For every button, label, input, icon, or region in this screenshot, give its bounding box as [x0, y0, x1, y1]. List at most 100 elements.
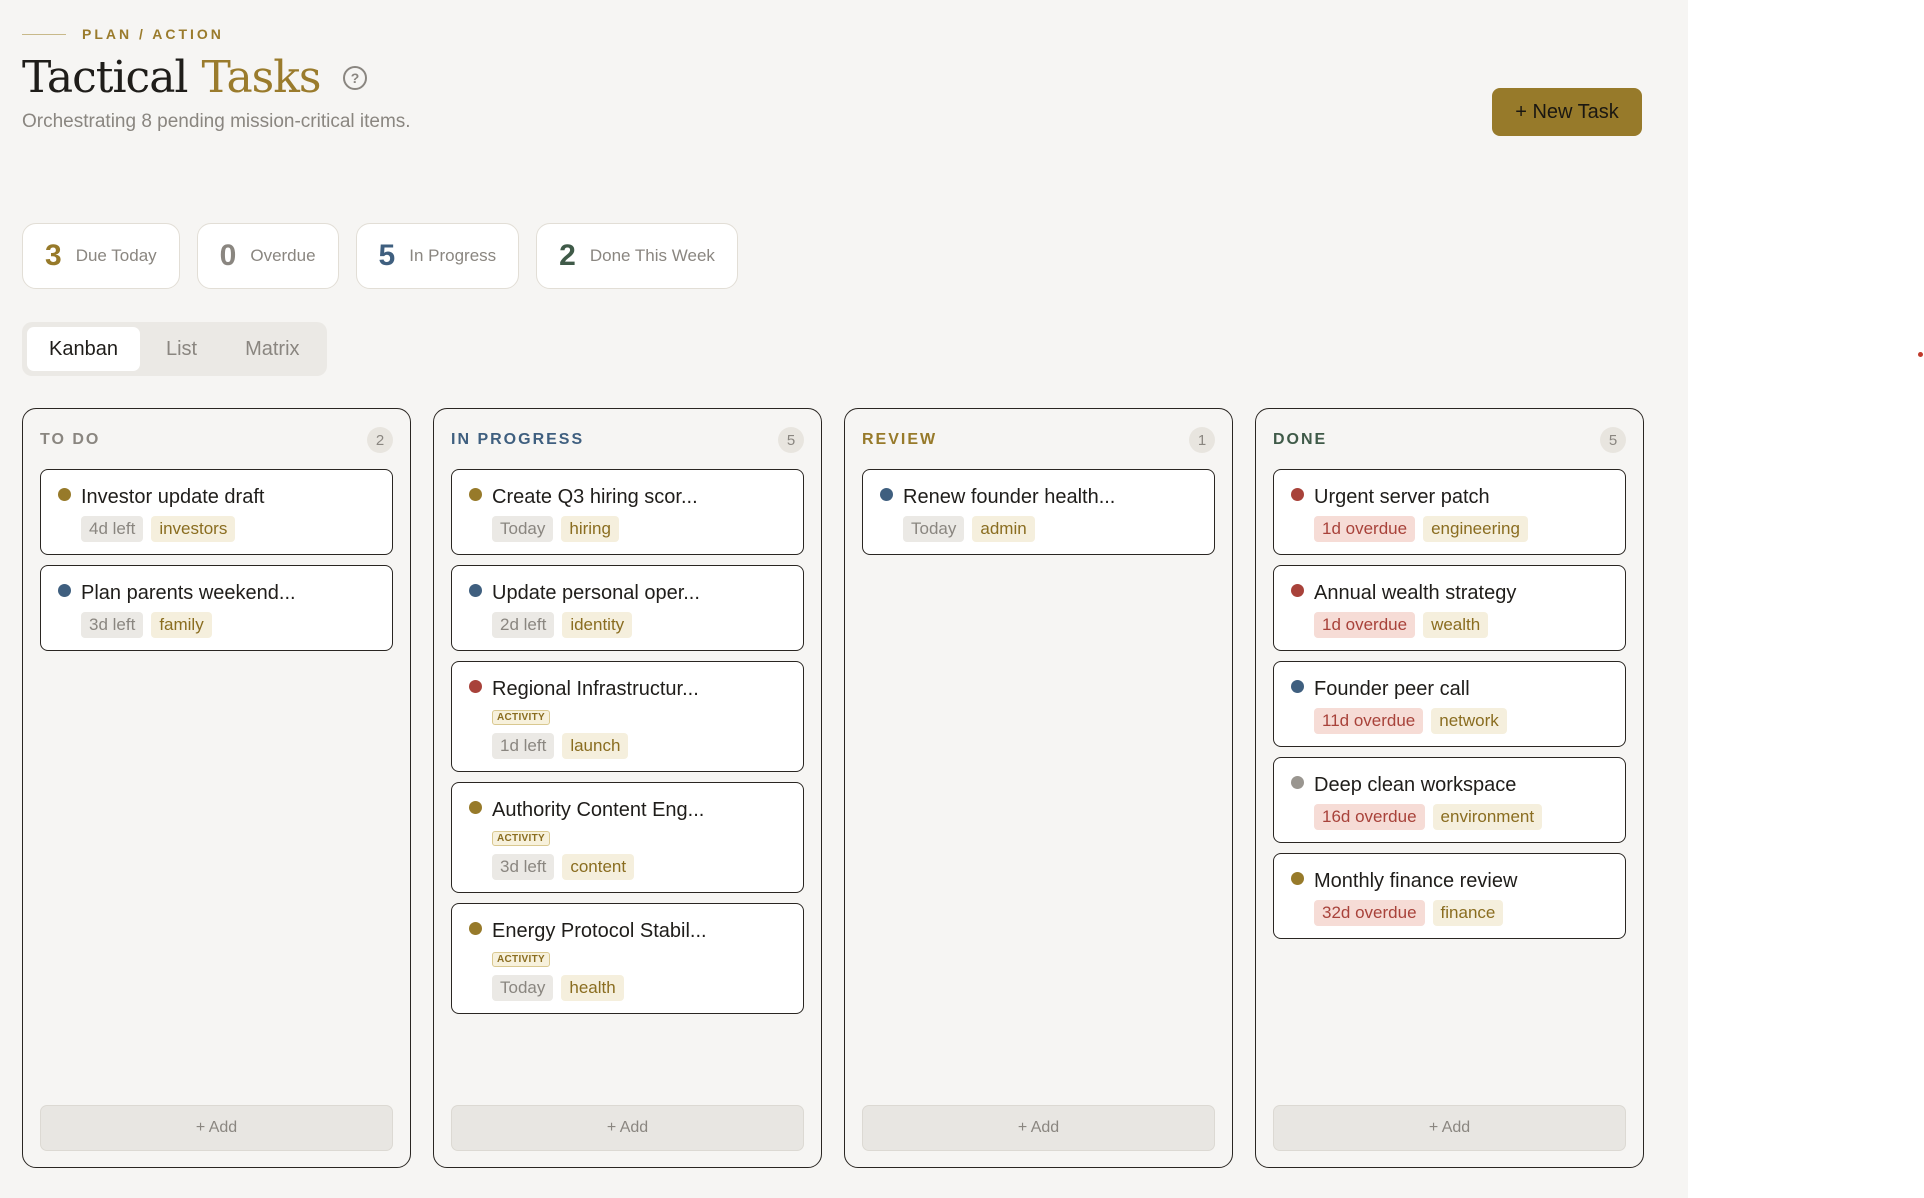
task-title: Founder peer call [1314, 678, 1470, 700]
task-card[interactable]: Regional Infrastructur... ACTIVITY 1d left… [451, 661, 804, 772]
due-badge: 2d left [492, 612, 555, 638]
task-card[interactable]: Urgent server patch 1d overdue engineering [1273, 469, 1626, 555]
add-task-button[interactable]: + Add [40, 1105, 393, 1151]
due-badge: 1d overdue [1314, 516, 1416, 542]
priority-dot-icon [469, 584, 482, 597]
column-count-badge: 5 [1600, 427, 1626, 453]
task-card[interactable]: Monthly finance review 32d overdue finance [1273, 853, 1626, 939]
due-badge: 3d left [492, 854, 555, 880]
task-card[interactable]: Plan parents weekend... 3d left family [40, 565, 393, 651]
task-tags: 3d left content [492, 854, 789, 880]
stat-card[interactable]: 3 Due Today [22, 223, 180, 289]
tag-badge[interactable]: family [151, 612, 212, 638]
due-badge: 4d left [81, 516, 144, 542]
add-task-button[interactable]: + Add [1273, 1105, 1626, 1151]
tag-badge[interactable]: health [561, 975, 624, 1001]
task-tags: 1d left launch [492, 733, 789, 759]
task-tags: 3d left family [81, 612, 378, 638]
tab-list[interactable]: List [144, 327, 219, 371]
task-title: Create Q3 hiring scor... [492, 486, 698, 508]
column-header: DONE 5 [1273, 427, 1626, 453]
new-task-button[interactable]: + New Task [1492, 88, 1642, 136]
priority-dot-icon [1291, 680, 1304, 693]
tab-matrix[interactable]: Matrix [223, 327, 321, 371]
tag-badge[interactable]: hiring [561, 516, 619, 542]
due-badge: Today [492, 516, 554, 542]
stat-label: Due Today [75, 246, 157, 265]
add-task-button[interactable]: + Add [451, 1105, 804, 1151]
task-tags: 11d overdue network [1314, 708, 1611, 734]
tag-badge[interactable]: admin [972, 516, 1035, 542]
breadcrumb: PLAN / ACTION [22, 26, 224, 42]
priority-dot-icon [1291, 776, 1304, 789]
priority-dot-icon [469, 922, 482, 935]
task-card[interactable]: Founder peer call 11d overdue network [1273, 661, 1626, 747]
task-title: Investor update draft [81, 486, 265, 508]
tag-badge[interactable]: finance [1432, 900, 1504, 926]
task-card[interactable]: Create Q3 hiring scor... Today hiring [451, 469, 804, 555]
task-tags: Today health [492, 975, 789, 1001]
task-title: Update personal oper... [492, 582, 700, 604]
column-header: REVIEW 1 [862, 427, 1215, 453]
card-list: Create Q3 hiring scor... Today hiring Updat… [451, 469, 804, 1014]
task-card[interactable]: Annual wealth strategy 1d overdue wealth [1273, 565, 1626, 651]
tag-badge[interactable]: wealth [1423, 612, 1489, 638]
task-title: Authority Content Eng... [492, 799, 705, 821]
stat-card[interactable]: 2 Done This Week [536, 223, 738, 289]
stat-label: Done This Week [589, 246, 715, 265]
card-list: Urgent server patch 1d overdue engineering… [1273, 469, 1626, 939]
task-tags: 2d left identity [492, 612, 789, 638]
page-subtitle: Orchestrating 8 pending mission-critical… [22, 111, 411, 132]
task-title: Renew founder health... [903, 486, 1116, 508]
activity-badge: ACTIVITY [492, 710, 550, 725]
priority-dot-icon [469, 680, 482, 693]
stat-label: Overdue [250, 246, 316, 265]
stat-card[interactable]: 0 Overdue [196, 223, 339, 289]
task-card[interactable]: Authority Content Eng... ACTIVITY 3d left c… [451, 782, 804, 893]
task-card[interactable]: Deep clean workspace 16d overdue environme… [1273, 757, 1626, 843]
column-review: REVIEW 1 Renew founder health... Today admin… [844, 408, 1233, 1168]
column-count-badge: 5 [778, 427, 804, 453]
due-badge: 1d left [492, 733, 555, 759]
task-title: Energy Protocol Stabil... [492, 920, 707, 942]
activity-badge: ACTIVITY [492, 952, 550, 967]
column-header: IN PROGRESS 5 [451, 427, 804, 453]
app-surface: PLAN / ACTION Tactical Tasks ? Orchestra… [0, 0, 1688, 1198]
priority-dot-icon [58, 584, 71, 597]
column-title: TO DO [40, 431, 101, 448]
column-in-progress: IN PROGRESS 5 Create Q3 hiring scor... Toda… [433, 408, 822, 1168]
column-title: DONE [1273, 431, 1328, 448]
tag-badge[interactable]: engineering [1423, 516, 1528, 542]
column-title: REVIEW [862, 431, 938, 448]
stat-value: 5 [378, 239, 396, 272]
tag-badge[interactable]: launch [562, 733, 629, 759]
add-task-button[interactable]: + Add [862, 1105, 1215, 1151]
column-count-badge: 1 [1189, 427, 1215, 453]
task-card[interactable]: Renew founder health... Today admin [862, 469, 1215, 555]
task-tags: 32d overdue finance [1314, 900, 1611, 926]
stat-value: 3 [45, 239, 62, 272]
tag-badge[interactable]: investors [151, 516, 236, 542]
tag-badge[interactable]: identity [562, 612, 633, 638]
tag-badge[interactable]: environment [1432, 804, 1543, 830]
task-tags: 1d overdue engineering [1314, 516, 1611, 542]
kanban-board: TO DO 2 Investor update draft 4d left invest… [22, 408, 1644, 1168]
task-title: Deep clean workspace [1314, 774, 1517, 796]
help-icon[interactable]: ? [342, 65, 367, 90]
priority-dot-icon [469, 488, 482, 501]
task-title: Plan parents weekend... [81, 582, 296, 604]
view-switcher: Kanban List Matrix [22, 322, 327, 376]
task-tags: Today hiring [492, 516, 789, 542]
task-title: Monthly finance review [1314, 870, 1518, 892]
stat-card[interactable]: 5 In Progress [355, 223, 520, 289]
tag-badge[interactable]: network [1431, 708, 1507, 734]
task-card[interactable]: Investor update draft 4d left investors [40, 469, 393, 555]
task-card[interactable]: Update personal oper... 2d left identity [451, 565, 804, 651]
task-card[interactable]: Energy Protocol Stabil... ACTIVITY Today he… [451, 903, 804, 1014]
due-badge: 1d overdue [1314, 612, 1416, 638]
tag-badge[interactable]: content [562, 854, 635, 880]
tab-kanban[interactable]: Kanban [27, 327, 140, 371]
card-list: Investor update draft 4d left investors Pla… [40, 469, 393, 651]
priority-dot-icon [1291, 488, 1304, 501]
stat-label: In Progress [409, 246, 497, 265]
